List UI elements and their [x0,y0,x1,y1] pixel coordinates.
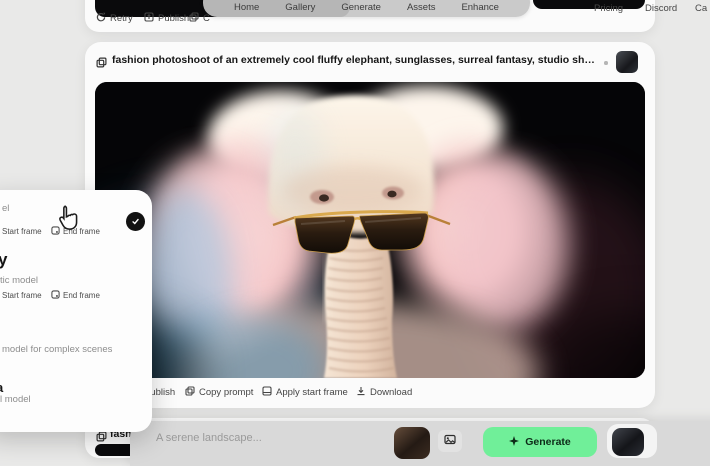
model-4-title-fragment: a [0,380,3,395]
publish-label-top: Publish [158,13,189,24]
generation-prompt[interactable]: fashion photoshoot of an extremely cool … [112,54,598,66]
prompt-copy-icon[interactable] [96,55,107,73]
copy-icon [189,12,199,25]
model-3-subtitle-fragment: model for complex scenes [2,344,112,355]
apply-start-frame-label: Apply start frame [276,387,348,398]
generate-bar: Generate [130,421,710,466]
start-frame-label: Start frame [2,291,42,300]
model-4-subtitle-fragment: l model [0,394,31,405]
frame-settings-button[interactable] [438,430,462,452]
model-option-3[interactable]: model for complex scenes [0,330,152,360]
nav-enhance[interactable]: Enhance [461,2,499,13]
copy-prompt-label: Copy prompt [199,387,253,398]
start-frame-label: Start frame [2,227,42,236]
nav-discord[interactable]: Discord [645,3,677,14]
retry-button[interactable]: Retry [96,12,133,25]
nav-gallery[interactable]: Gallery [285,2,315,13]
end-frame-label: End frame [63,291,100,300]
model-2-title-fragment: y [0,250,7,270]
sparkle-icon [509,436,519,449]
generated-video[interactable] [95,82,645,378]
nav-assets[interactable]: Assets [407,2,436,13]
copy-icon [185,386,195,399]
end-frame-badge: End frame [51,290,100,301]
apply-start-frame-button[interactable]: Apply start frame [262,386,348,399]
retry-label: Retry [110,13,133,24]
model-2-subtitle-fragment: tic model [0,275,38,286]
model-option-2[interactable]: y tic model Start frame End frame [0,248,152,308]
end-frame-icon [51,290,60,301]
reference-image-thumbnail[interactable] [394,427,430,459]
start-frame-badge: Start frame [0,290,42,301]
user-avatar-thumbnail[interactable] [612,428,644,456]
model-option-4[interactable]: a l model [0,378,152,414]
prompt-menu-dot[interactable] [604,61,608,65]
download-button[interactable]: Download [356,386,412,399]
main-navbar: Home Gallery Generate Assets Enhance [203,0,530,17]
prompt-input[interactable] [156,432,386,444]
user-pill[interactable] [607,424,657,458]
app-page: { "nav": { "items": ["Home", "Gallery", … [0,0,710,450]
nav-home[interactable]: Home [234,2,259,13]
top-right-video-thumbnail[interactable] [533,0,645,9]
download-label: Download [370,387,412,398]
generate-button[interactable]: Generate [483,427,597,457]
model-1-subtitle-fragment: el [2,203,9,214]
start-frame-badge: Start frame [0,226,42,237]
creator-avatar[interactable] [616,51,638,73]
publish-button-top[interactable]: Publish [144,12,189,25]
generate-label: Generate [525,436,571,448]
download-icon [356,386,366,399]
cursor-pointer-icon [55,204,81,239]
frame-icon [262,386,272,399]
selected-check-icon [126,212,145,231]
nav-careers-cut[interactable]: Ca [695,3,707,14]
nav-pricing[interactable]: Pricing [594,3,623,14]
retry-icon [96,12,106,25]
nav-generate[interactable]: Generate [341,2,381,13]
copy-prompt-button[interactable]: Copy prompt [185,386,253,399]
publish-icon [144,12,154,25]
copy-prompt-button-top[interactable]: C [189,12,210,25]
elephant-artwork [95,82,645,378]
image-frames-icon [444,432,456,450]
